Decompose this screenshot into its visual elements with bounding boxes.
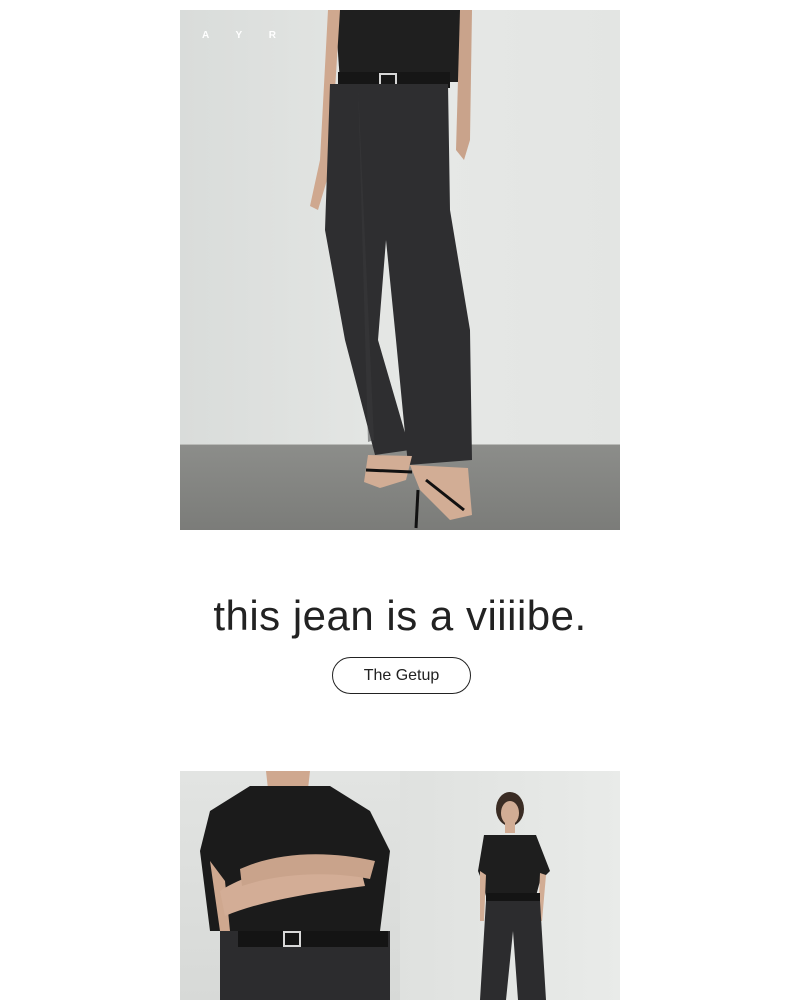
gallery-image-crossed-arms[interactable]	[180, 771, 400, 1000]
full-body-illustration	[478, 792, 550, 1000]
hero-image[interactable]: A Y R	[180, 10, 620, 530]
crossed-arms-illustration	[200, 771, 390, 1000]
gallery	[180, 771, 620, 1000]
headline: this jean is a viiiibe.	[213, 592, 587, 639]
model-illustration	[310, 10, 472, 529]
the-getup-button[interactable]: The Getup	[332, 657, 471, 694]
gallery-image-full-body[interactable]	[400, 771, 620, 1000]
